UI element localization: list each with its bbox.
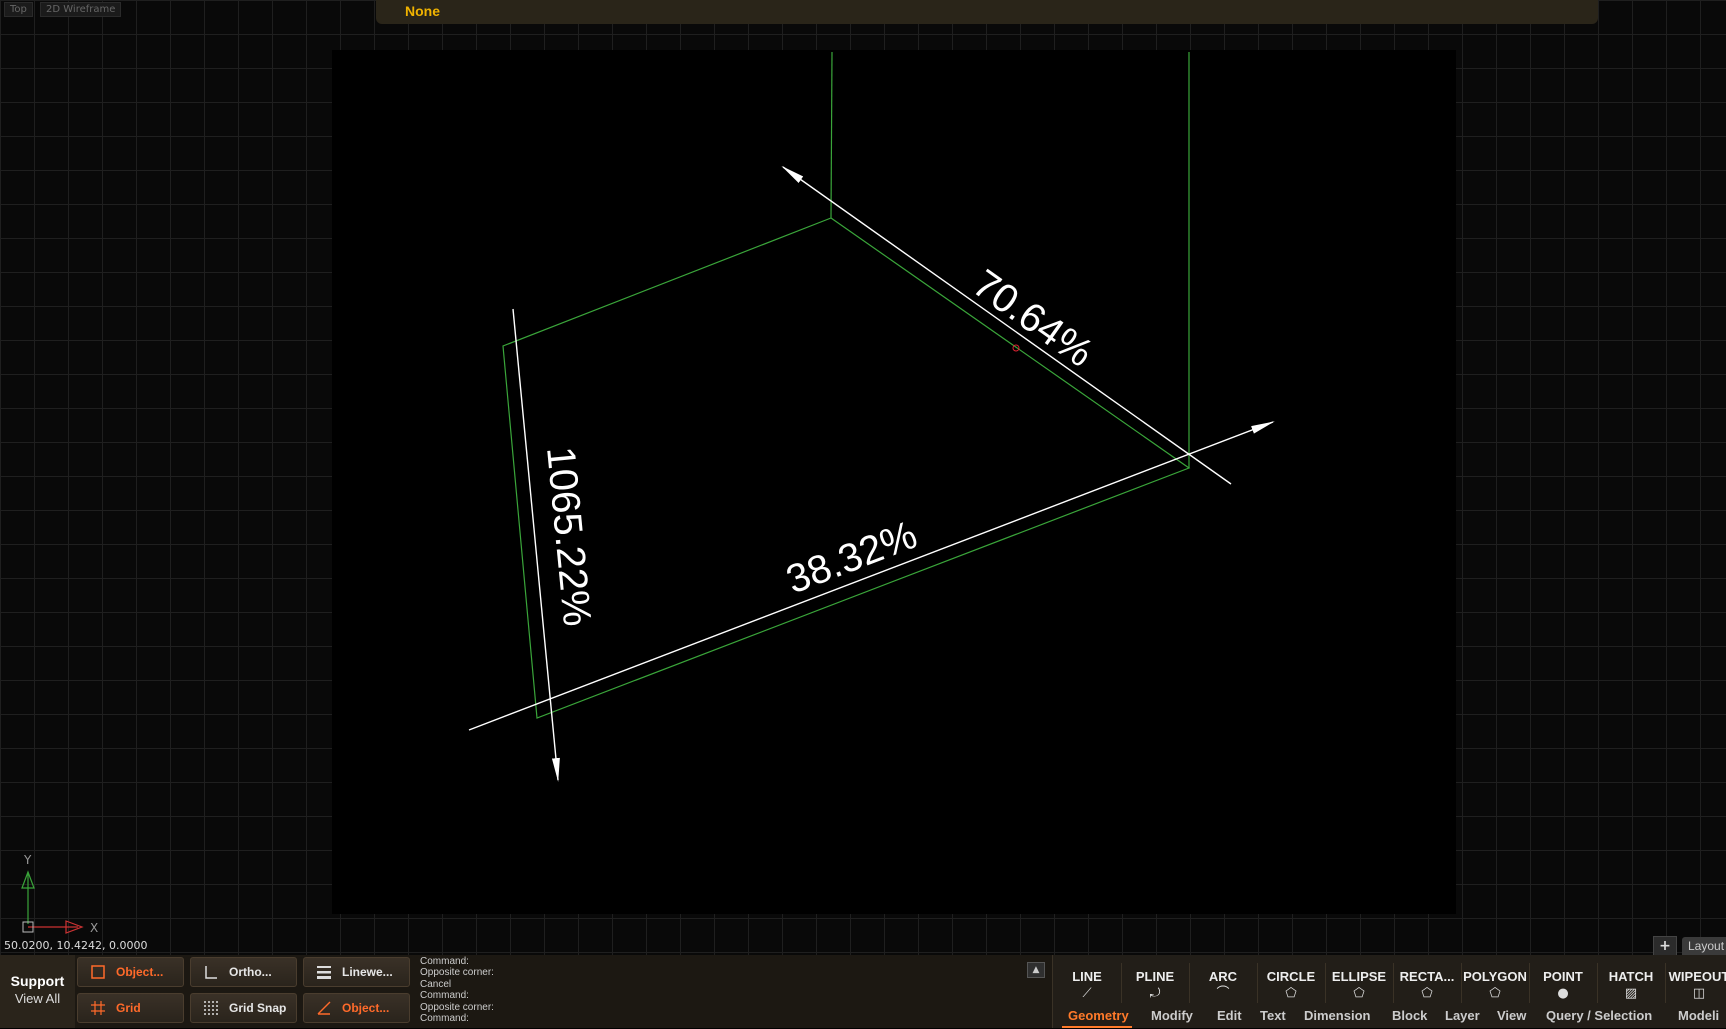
green-line-vertical-left [830, 51, 833, 219]
line-icon: ⟋ [1082, 986, 1092, 1001]
line-tool[interactable]: LINE ⟋ [1053, 963, 1122, 1003]
dimension-lines[interactable] [468, 165, 1275, 782]
arc-tool[interactable]: ARC ⌒ [1189, 963, 1258, 1003]
support-title[interactable]: Support [0, 973, 75, 989]
rectangle-icon: ⬠ [1421, 986, 1433, 1001]
add-layout-button[interactable]: + [1653, 936, 1677, 955]
lineweight-toggle[interactable]: Linewe... [303, 957, 410, 987]
object-snap-icon [90, 964, 106, 980]
point-tool[interactable]: POINT ● [1529, 963, 1598, 1003]
toggle-label: Object... [116, 965, 164, 979]
command-line: Opposite corner: [420, 967, 494, 979]
polyline-icon: ⤾ [1149, 986, 1161, 1001]
toggle-label: Ortho... [229, 965, 272, 979]
dimension-text-left[interactable]: 1065.22% [538, 445, 599, 629]
coordinate-readout: 50.0200, 10.4242, 0.0000 [4, 939, 148, 952]
command-line: Command: [420, 1013, 469, 1025]
toggle-label: Grid Snap [229, 1001, 287, 1015]
green-quadrilateral [502, 217, 1191, 719]
tab-text[interactable]: Text [1260, 1008, 1286, 1023]
layout-tab[interactable]: Layout [1682, 937, 1726, 955]
hatch-tool[interactable]: HATCH ▨ [1597, 963, 1666, 1003]
polygon-tool[interactable]: POLYGON ⬠ [1461, 963, 1530, 1003]
ortho-icon [203, 964, 219, 980]
tab-modeling[interactable]: Modeli [1678, 1008, 1719, 1023]
drawing-viewport[interactable]: Top 2D Wireframe None 70.64% 1065.22% 38… [0, 0, 1726, 955]
pline-tool[interactable]: PLINE ⤾ [1121, 963, 1190, 1003]
wipeout-tool[interactable]: WIPEOUT ◫ [1665, 963, 1726, 1003]
tab-dimension[interactable]: Dimension [1304, 1008, 1370, 1023]
command-history[interactable]: Command: Opposite corner: Cancel Command… [420, 955, 1050, 1029]
axis-x-label: X [90, 921, 98, 935]
bottom-panel: Support View All Object... Ortho... Line… [0, 955, 1726, 1028]
tab-edit[interactable]: Edit [1217, 1008, 1242, 1023]
command-line: Opposite corner: [420, 1001, 494, 1013]
tab-layer[interactable]: Layer [1445, 1008, 1480, 1023]
tab-view[interactable]: View [1497, 1008, 1526, 1023]
ucs-icon: Y X [21, 853, 98, 935]
command-line: Command: [420, 990, 469, 1002]
command-line: Cancel [420, 978, 452, 990]
grid-snap-icon [203, 1000, 219, 1016]
lineweight-icon [316, 964, 332, 980]
grid-snap-toggle[interactable]: Grid Snap [190, 993, 297, 1023]
support-panel[interactable]: Support View All [0, 955, 75, 1028]
tab-block[interactable]: Block [1392, 1008, 1427, 1023]
view-all-link[interactable]: View All [0, 991, 75, 1006]
ortho-toggle[interactable]: Ortho... [190, 957, 297, 987]
drawing-canvas[interactable]: 70.64% 1065.22% 38.32% Y X [0, 0, 1726, 955]
polygon-icon: ⬠ [1489, 986, 1501, 1001]
hatch-icon: ▨ [1624, 986, 1638, 1001]
arc-icon: ⌒ [1216, 986, 1230, 1001]
dimension-text-bottom[interactable]: 38.32% [780, 513, 922, 603]
object-tracking-toggle[interactable]: Object... [303, 993, 410, 1023]
tab-query-selection[interactable]: Query / Selection [1546, 1008, 1652, 1023]
toggle-label: Object... [342, 1001, 390, 1015]
command-line: Command: [420, 956, 469, 967]
tab-modify[interactable]: Modify [1151, 1008, 1193, 1023]
ellipse-icon: ⬠ [1353, 986, 1365, 1001]
toggle-label: Linewe... [342, 965, 393, 979]
toggle-label: Grid [116, 1001, 141, 1015]
expand-command-button[interactable]: ▲ [1027, 962, 1045, 978]
circle-icon: ⬠ [1285, 986, 1297, 1001]
wipeout-icon: ◫ [1692, 986, 1706, 1001]
point-icon: ● [1557, 986, 1569, 1001]
ellipse-tool[interactable]: ELLIPSE ⬠ [1325, 963, 1394, 1003]
object-tracking-icon [316, 1000, 332, 1016]
circle-tool[interactable]: CIRCLE ⬠ [1257, 963, 1326, 1003]
tab-geometry[interactable]: Geometry [1068, 1008, 1129, 1023]
grid-toggle[interactable]: Grid [77, 993, 184, 1023]
object-snap-toggle[interactable]: Object... [77, 957, 184, 987]
rectangle-tool[interactable]: RECTA... ⬠ [1393, 963, 1462, 1003]
geometry-lines[interactable] [502, 51, 1191, 719]
grid-icon [90, 1000, 106, 1016]
axis-y-label: Y [23, 853, 32, 867]
